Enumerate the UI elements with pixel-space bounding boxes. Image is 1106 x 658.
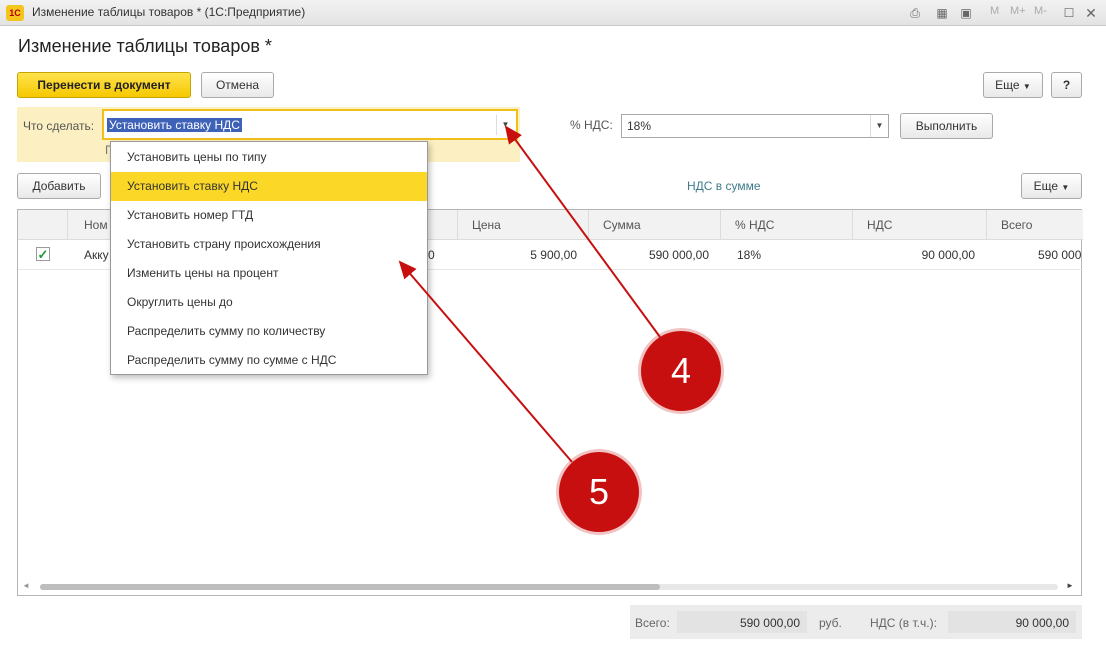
arrow-4: [504, 125, 661, 338]
annotation-marker-4: 4: [641, 331, 721, 411]
annotation-marker-5: 5: [559, 452, 639, 532]
arrow-5: [398, 260, 573, 463]
annotation-arrows: [398, 125, 661, 463]
